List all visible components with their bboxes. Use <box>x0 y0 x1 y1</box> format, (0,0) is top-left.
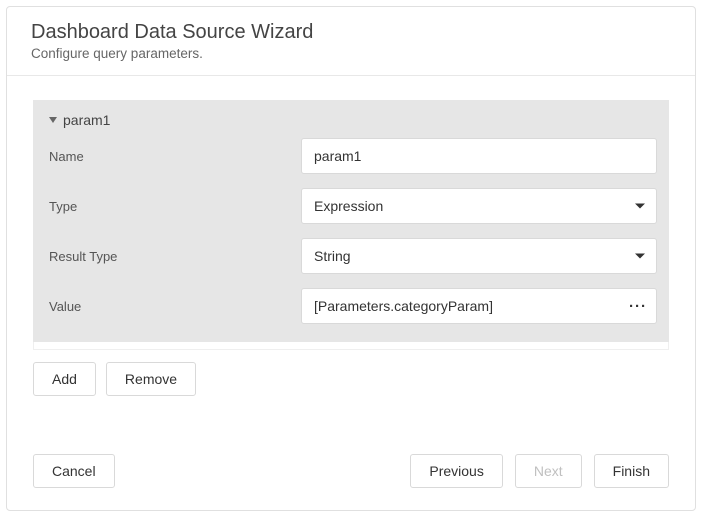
remove-button[interactable]: Remove <box>106 362 196 396</box>
row-result-type: Result Type String <box>45 238 657 274</box>
value-field-text: [Parameters.categoryParam] <box>314 298 493 314</box>
wizard-title: Dashboard Data Source Wizard <box>31 21 671 44</box>
wizard-body: param1 Name Type Expression Result Type <box>7 76 695 434</box>
add-button[interactable]: Add <box>33 362 96 396</box>
footer-right-group: Previous Next Finish <box>410 454 669 488</box>
next-button: Next <box>515 454 582 488</box>
row-value: Value [Parameters.categoryParam] ··· <box>45 288 657 324</box>
cancel-button[interactable]: Cancel <box>33 454 115 488</box>
value-ellipsis-button[interactable]: ··· <box>625 293 651 319</box>
parameter-collapse-label: param1 <box>63 112 110 128</box>
type-dropdown[interactable]: Expression <box>301 188 657 224</box>
type-dropdown-value: Expression <box>314 198 383 214</box>
value-field[interactable]: [Parameters.categoryParam] <box>301 288 657 324</box>
wizard-subtitle: Configure query parameters. <box>31 46 671 61</box>
result-type-dropdown[interactable]: String <box>301 238 657 274</box>
name-input[interactable] <box>301 138 657 174</box>
previous-button[interactable]: Previous <box>410 454 502 488</box>
parameter-actions: Add Remove <box>33 362 669 396</box>
triangle-down-icon <box>49 117 57 123</box>
parameter-collapse-toggle[interactable]: param1 <box>45 112 657 138</box>
row-name: Name <box>45 138 657 174</box>
wizard-footer: Cancel Previous Next Finish <box>7 434 695 510</box>
label-result-type: Result Type <box>49 249 301 264</box>
parameter-panel: param1 Name Type Expression Result Type <box>33 100 669 342</box>
row-type: Type Expression <box>45 188 657 224</box>
finish-button[interactable]: Finish <box>594 454 669 488</box>
label-name: Name <box>49 149 301 164</box>
panel-bottom-strip <box>33 342 669 350</box>
label-type: Type <box>49 199 301 214</box>
result-type-dropdown-value: String <box>314 248 351 264</box>
wizard-header: Dashboard Data Source Wizard Configure q… <box>7 7 695 76</box>
wizard-dialog: Dashboard Data Source Wizard Configure q… <box>6 6 696 511</box>
label-value: Value <box>49 299 301 314</box>
